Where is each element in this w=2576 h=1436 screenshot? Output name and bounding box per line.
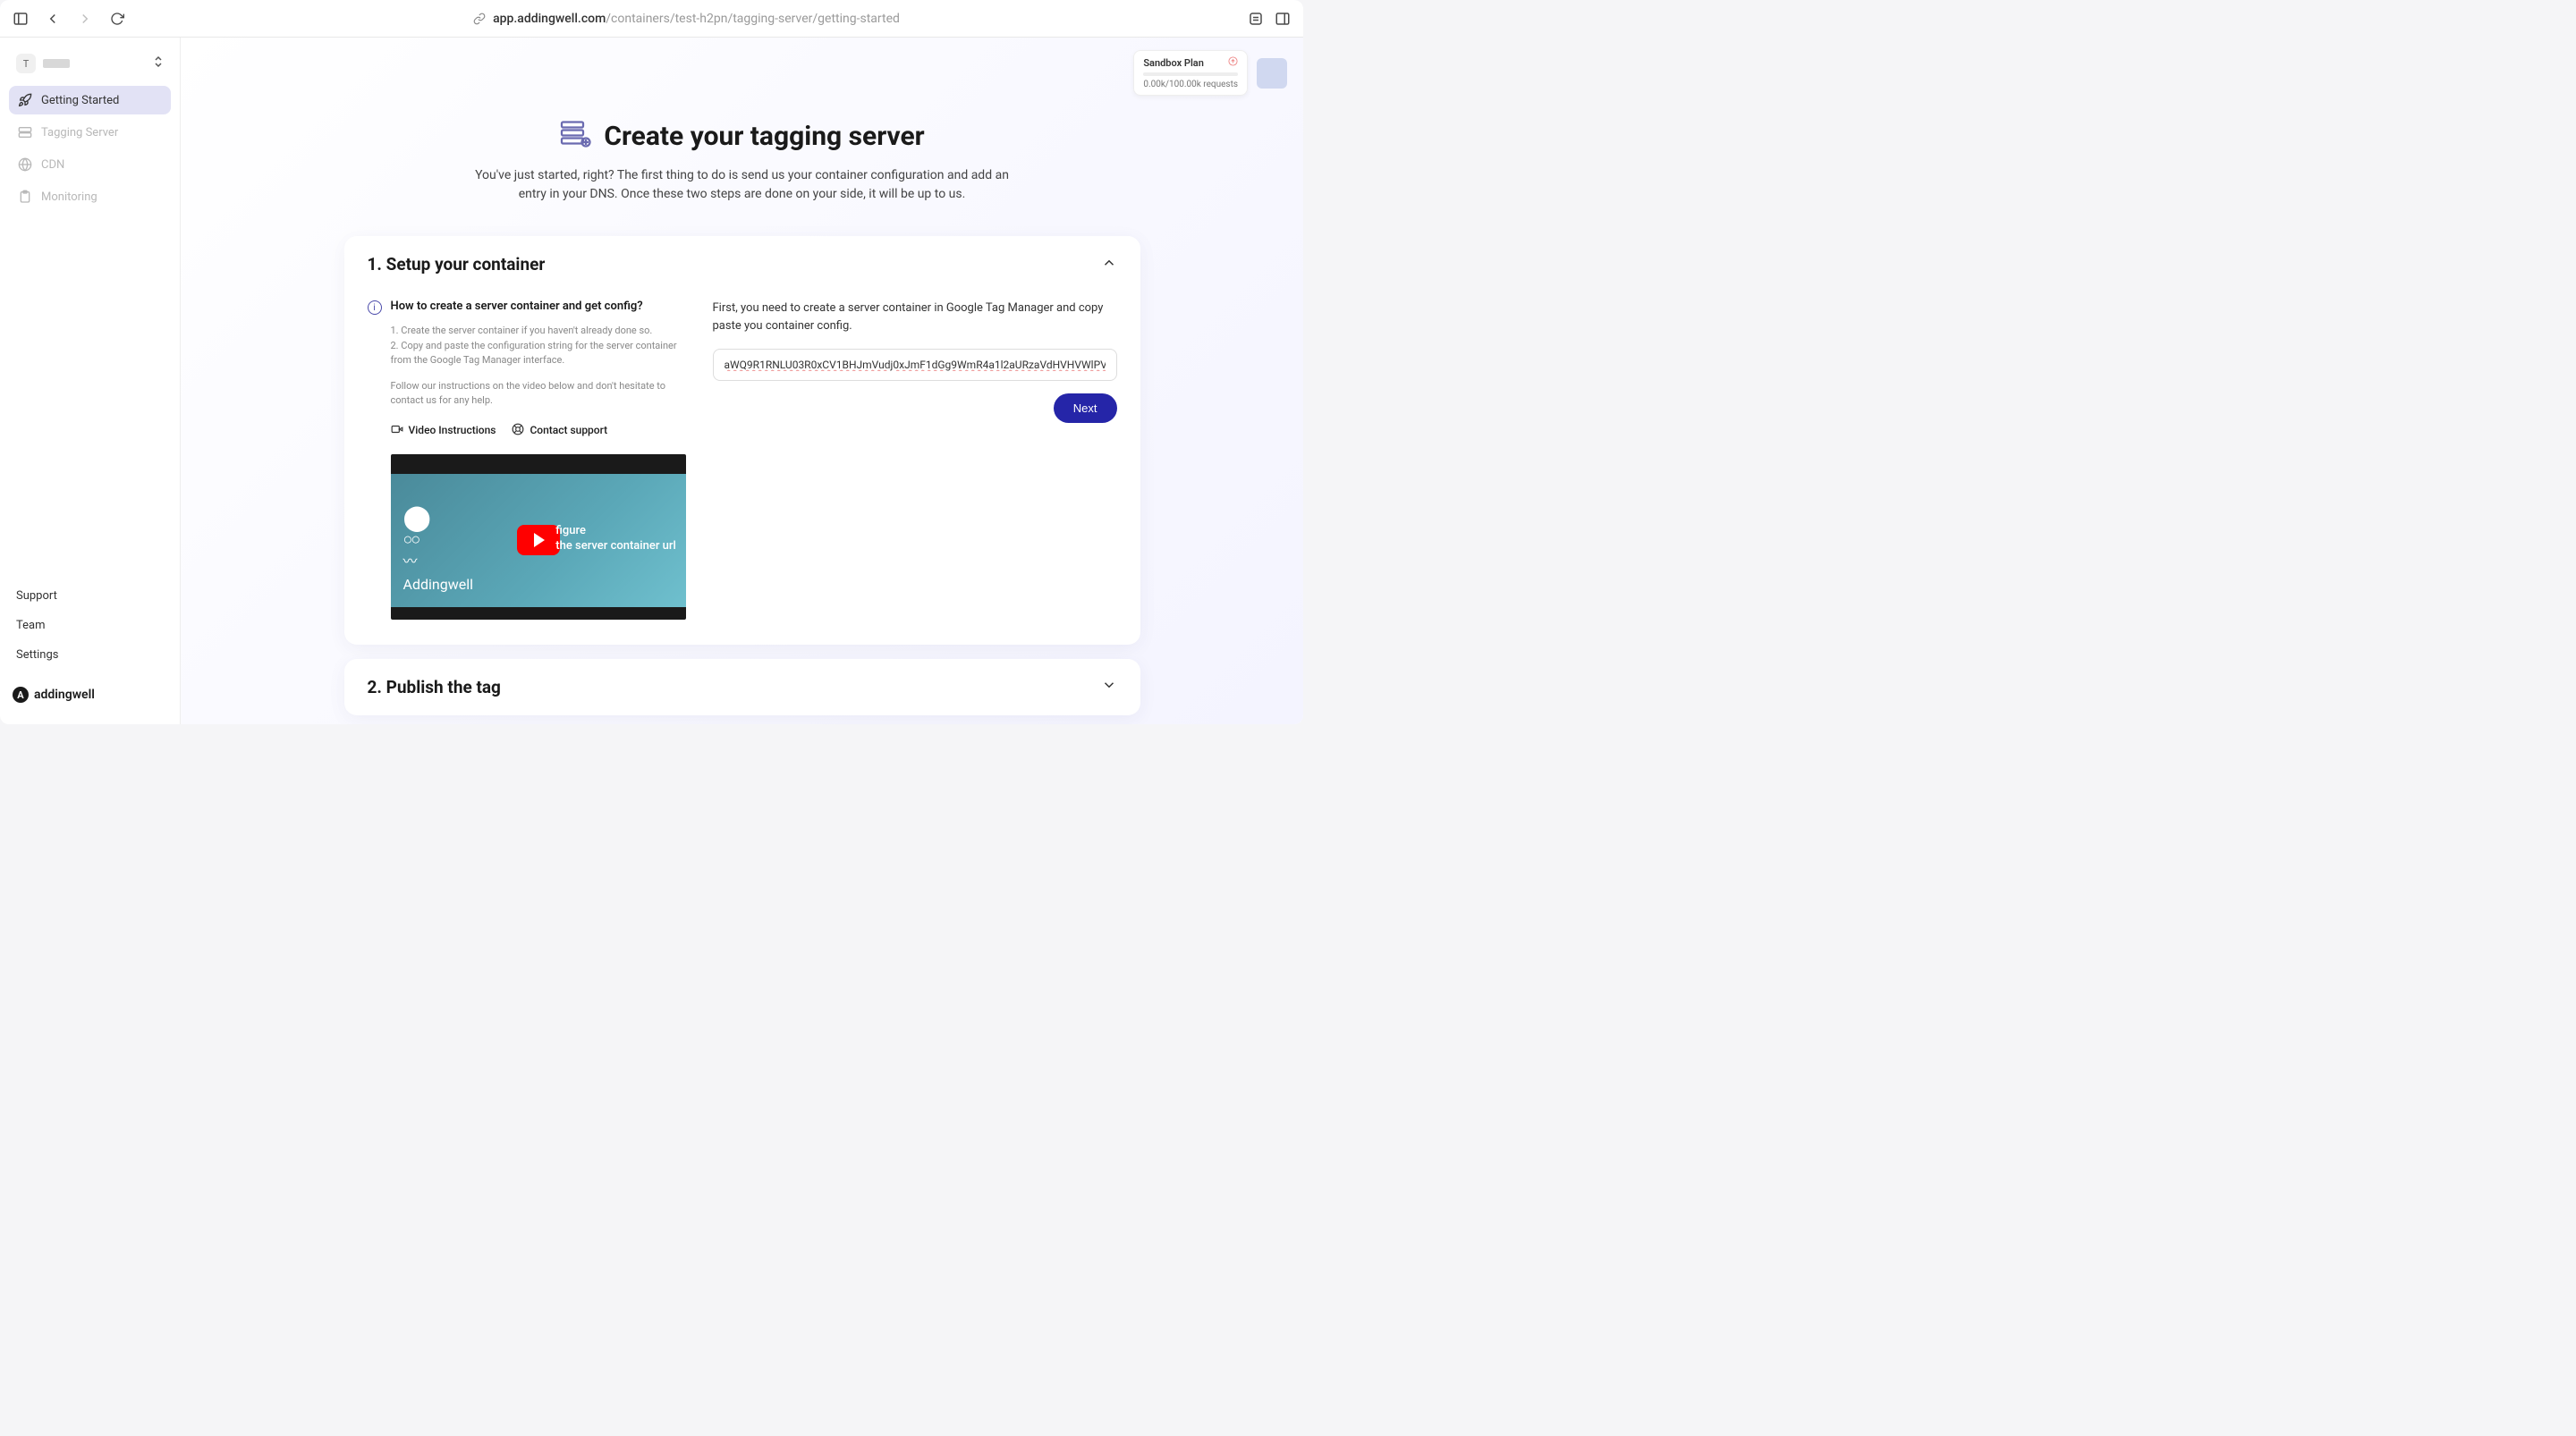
video-brand: Addingwell bbox=[403, 576, 473, 593]
workspace-avatar: T bbox=[16, 54, 36, 73]
browser-toolbar: app.addingwell.com/containers/test-h2pn/… bbox=[0, 0, 1303, 38]
video-thumbnail[interactable]: A Configure the server container url for… bbox=[391, 454, 686, 620]
sidebar-support[interactable]: Support bbox=[13, 584, 167, 608]
main-content: Sandbox Plan 0.00k/100.00k requests bbox=[181, 38, 1303, 724]
nav-getting-started[interactable]: Getting Started bbox=[9, 86, 171, 114]
plan-name: Sandbox Plan bbox=[1143, 57, 1204, 69]
hat-icon: ⬤ bbox=[403, 505, 473, 530]
video-channel-icon: A bbox=[398, 456, 414, 472]
info-icon: i bbox=[368, 300, 382, 315]
nav-cdn[interactable]: CDN bbox=[9, 150, 171, 179]
back-icon[interactable] bbox=[45, 11, 61, 27]
contact-support-link[interactable]: Contact support bbox=[512, 423, 607, 438]
brand-icon: A bbox=[13, 687, 29, 703]
reload-icon[interactable] bbox=[109, 11, 125, 27]
lifebuoy-icon bbox=[512, 423, 524, 438]
user-avatar[interactable] bbox=[1257, 58, 1287, 89]
step-2-title: 2. Publish the tag bbox=[368, 677, 501, 697]
clipboard-icon bbox=[18, 190, 32, 204]
plan-progress-bar bbox=[1143, 72, 1238, 76]
nav-label: Getting Started bbox=[41, 94, 119, 107]
help-title: How to create a server container and get… bbox=[391, 300, 643, 313]
plan-upgrade-icon[interactable] bbox=[1228, 56, 1238, 69]
url-path: /containers/test-h2pn/tagging-server/get… bbox=[606, 12, 900, 26]
address-bar[interactable]: app.addingwell.com/containers/test-h2pn/… bbox=[134, 12, 1239, 26]
video-instructions-link[interactable]: Video Instructions bbox=[391, 423, 496, 438]
page-subtitle: You've just started, right? The first th… bbox=[465, 166, 1020, 204]
chevron-down-icon bbox=[1101, 677, 1117, 697]
sidebar-settings[interactable]: Settings bbox=[13, 643, 167, 667]
sidebar: T Getting Started Tagging Serv bbox=[0, 38, 181, 724]
nav-label: CDN bbox=[41, 158, 64, 172]
nav-label: Monitoring bbox=[41, 190, 97, 204]
help-note: Follow our instructions on the video bel… bbox=[391, 379, 686, 409]
play-icon bbox=[534, 533, 545, 547]
sidebar-team[interactable]: Team bbox=[13, 613, 167, 638]
video-overlay-line-1: figure bbox=[555, 524, 675, 539]
nav-tagging-server[interactable]: Tagging Server bbox=[9, 118, 171, 147]
url-domain: app.addingwell.com bbox=[493, 12, 606, 26]
nav-label: Tagging Server bbox=[41, 126, 118, 139]
step-2-header[interactable]: 2. Publish the tag bbox=[344, 659, 1140, 715]
globe-icon bbox=[18, 157, 32, 172]
step-1-title: 1. Setup your container bbox=[368, 254, 546, 275]
next-button[interactable]: Next bbox=[1054, 393, 1117, 423]
step-1-card: 1. Setup your container i How to create … bbox=[344, 236, 1140, 645]
video-overlay-line-2: the server container url bbox=[555, 539, 675, 554]
video-title: Configure the server container url for .… bbox=[421, 458, 591, 469]
brand-text: addingwell bbox=[34, 688, 95, 702]
page-title: Create your tagging server bbox=[604, 121, 924, 152]
workspace-name-redacted bbox=[43, 59, 70, 68]
glasses-icon: ○○ bbox=[403, 530, 473, 549]
brand-logo: A addingwell bbox=[13, 672, 167, 703]
plan-requests: 0.00k/100.00k requests bbox=[1143, 80, 1238, 89]
help-step-2: 2. Copy and paste the configuration stri… bbox=[391, 339, 686, 368]
step-1-header[interactable]: 1. Setup your container bbox=[344, 236, 1140, 292]
forward-icon[interactable] bbox=[77, 11, 93, 27]
help-step-1: 1. Create the server container if you ha… bbox=[391, 324, 686, 339]
mustache-icon: 〰 bbox=[403, 549, 473, 570]
nav-monitoring[interactable]: Monitoring bbox=[9, 182, 171, 211]
server-icon bbox=[18, 125, 32, 139]
sidebar-toggle-icon[interactable] bbox=[13, 11, 29, 27]
panel-toggle-icon[interactable] bbox=[1275, 11, 1291, 27]
extensions-icon[interactable] bbox=[1248, 11, 1264, 27]
rocket-icon bbox=[18, 93, 32, 107]
chevron-updown-icon[interactable] bbox=[153, 55, 164, 72]
play-button[interactable] bbox=[517, 525, 560, 555]
config-instructions: First, you need to create a server conta… bbox=[713, 300, 1117, 334]
server-setup-icon bbox=[559, 118, 591, 154]
video-icon bbox=[391, 423, 403, 438]
container-config-input[interactable] bbox=[713, 349, 1117, 381]
step-2-card: 2. Publish the tag bbox=[344, 659, 1140, 715]
chevron-up-icon bbox=[1101, 255, 1117, 275]
plan-indicator[interactable]: Sandbox Plan 0.00k/100.00k requests bbox=[1133, 50, 1248, 96]
workspace-switcher[interactable]: T bbox=[9, 50, 171, 86]
